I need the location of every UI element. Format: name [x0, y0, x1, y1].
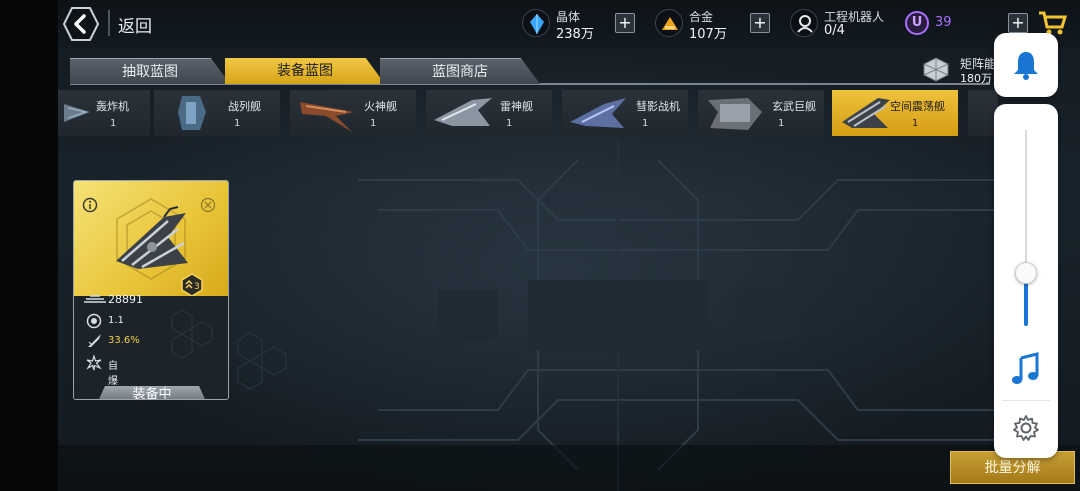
ship-count: 1 [778, 118, 785, 129]
ship-count: 1 [370, 118, 377, 129]
ship-item-thor[interactable]: 雷神舰 1 [426, 90, 552, 136]
vulcan-ship-icon [300, 102, 354, 132]
stat-value: 33.6% [108, 335, 140, 346]
back-button[interactable] [62, 7, 100, 41]
crystal-icon [522, 9, 550, 37]
ship-name: 玄武巨舰 [772, 100, 816, 113]
resource-value: 0/4 [824, 23, 845, 38]
space-oscillator-ship-image [116, 206, 188, 269]
explosion-icon [86, 355, 102, 371]
currency-u: U 39 [905, 11, 965, 35]
left-safe-area [0, 0, 58, 491]
resource-value: 238万 [556, 27, 594, 42]
ship-name: 彗影战机 [636, 100, 680, 113]
bottom-strip [58, 445, 1080, 491]
ship-item-bomber[interactable]: 轰炸机 1 [58, 90, 150, 136]
ship-name: 火神舰 [364, 100, 397, 113]
space-oscillator-icon [842, 98, 890, 128]
notification-panel [994, 33, 1058, 97]
stat-value: 1.1 [108, 315, 124, 326]
card-header: 3 [74, 181, 228, 297]
add-alloy-button[interactable]: + [750, 13, 770, 33]
stat-value: 自爆 [108, 361, 118, 387]
divider [108, 10, 110, 36]
svg-text:3: 3 [194, 282, 200, 292]
matrix-value: 180万 [960, 72, 992, 85]
game-screen: 返回 晶体 238万 + 合金 107万 + 工程机器人 0/4 U 39 + … [0, 0, 1080, 491]
music-note-icon[interactable] [1011, 352, 1041, 386]
back-label[interactable]: 返回 [118, 12, 152, 37]
ship-count: 1 [506, 118, 513, 129]
ship-item-comet-fighter[interactable]: 彗影战机 1 [562, 90, 688, 136]
ship-count: 1 [642, 118, 649, 129]
ship-item-battleship[interactable]: 战列舰 1 [154, 90, 280, 136]
volume-slider-thumb[interactable] [1015, 262, 1037, 284]
currency-value: 39 [935, 15, 952, 30]
battleship-icon [178, 96, 206, 130]
ship-count: 1 [110, 118, 117, 129]
speed-icon [86, 313, 102, 329]
ship-item-xuanwu[interactable]: 玄武巨舰 1 [698, 90, 824, 136]
rank-badge-icon: 3 [181, 273, 203, 297]
bomber-ship-icon [64, 104, 90, 122]
power-value: 28891 [108, 293, 143, 306]
tab-equip-blueprint[interactable]: 装备蓝图 [225, 58, 385, 84]
ship-type-row: 轰炸机 1 战列舰 1 火神舰 1 雷神舰 1 彗影战机 1 玄武巨舰 1 空间… [58, 90, 998, 136]
comet-fighter-icon [570, 98, 626, 128]
resource-robot: 工程机器人 0/4 [790, 5, 900, 41]
ship-item-vulcan[interactable]: 火神舰 1 [290, 90, 416, 136]
ship-name: 雷神舰 [500, 100, 533, 113]
gear-icon[interactable] [1012, 414, 1040, 442]
rocket-icon [88, 334, 101, 347]
power-icon [84, 295, 106, 303]
ship-item-space-oscillator[interactable]: 空间震荡舰 1 [832, 90, 958, 136]
ship-name: 轰炸机 [96, 100, 129, 113]
info-icon[interactable] [82, 197, 98, 213]
tab-blueprint-shop[interactable]: 蓝图商店 [380, 58, 540, 84]
ship-count: 1 [912, 118, 919, 129]
add-currency-button[interactable]: + [1008, 13, 1028, 33]
back-arrow-icon [62, 7, 100, 41]
robot-icon [790, 9, 818, 37]
alloy-icon [655, 9, 683, 37]
ship-name: 空间震荡舰 [890, 100, 945, 113]
thor-ship-icon [434, 98, 492, 126]
resource-alloy: 合金 107万 [655, 5, 745, 42]
tab-draw-blueprint[interactable]: 抽取蓝图 [70, 58, 230, 84]
matrix-icon [922, 56, 950, 82]
ship-name: 战列舰 [228, 100, 261, 113]
blueprint-card[interactable]: 3 28891 1.1 33.6% 自爆 装备中 [73, 180, 229, 400]
resource-value: 107万 [689, 27, 727, 42]
panel-divider [1002, 400, 1050, 401]
xuanwu-ship-icon [708, 98, 762, 130]
volume-panel [994, 104, 1058, 458]
resource-crystal: 晶体 238万 [522, 5, 612, 42]
u-currency-icon: U [905, 11, 929, 35]
close-icon[interactable] [200, 197, 216, 213]
ship-count: 1 [234, 118, 241, 129]
add-crystal-button[interactable]: + [615, 13, 635, 33]
bell-icon[interactable] [1012, 49, 1040, 81]
equipped-button[interactable]: 装备中 [96, 386, 208, 399]
